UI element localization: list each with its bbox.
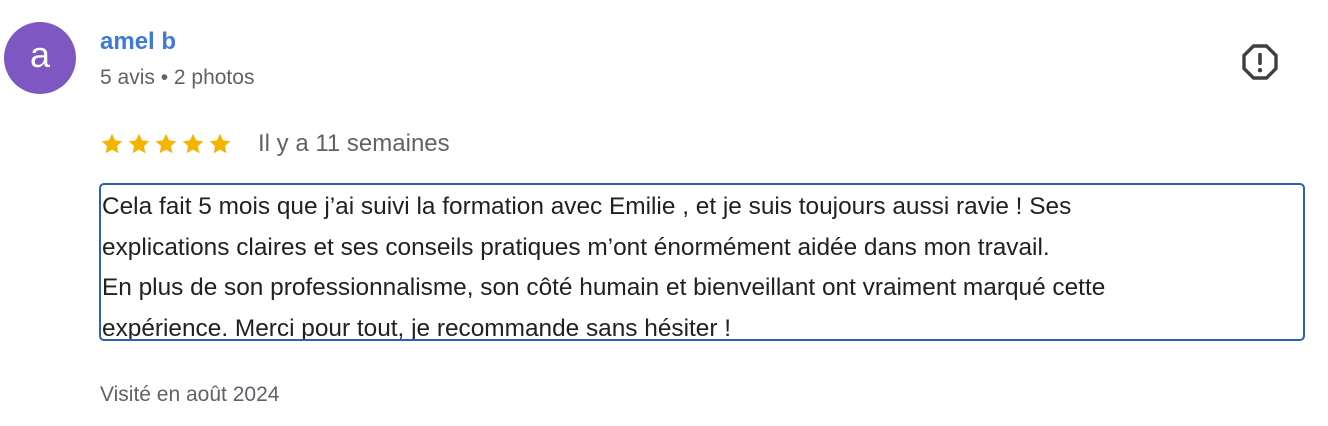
review-text-line: expérience. Merci pour tout, je recomman… xyxy=(102,314,732,341)
author-name-link[interactable]: amel b xyxy=(100,27,176,57)
star-icon xyxy=(155,133,177,154)
report-button[interactable] xyxy=(1240,42,1280,82)
star-icon xyxy=(182,133,204,154)
avatar[interactable]: a xyxy=(4,22,76,94)
review-card: a amel b 5 avis • 2 photos Il y a 11 sem… xyxy=(0,0,1328,426)
star-icon xyxy=(128,133,150,154)
author-meta: 5 avis • 2 photos xyxy=(100,66,255,89)
review-text-line: explications claires et ses conseils pra… xyxy=(102,233,1050,261)
avatar-letter: a xyxy=(29,34,51,75)
star-icon xyxy=(101,133,123,154)
star-icon xyxy=(209,133,231,154)
visit-date: Visité en août 2024 xyxy=(100,383,280,406)
review-text-line: En plus de son professionnalisme, son cô… xyxy=(102,274,1106,301)
review-text[interactable]: Cela fait 5 mois que j’ai suivi la forma… xyxy=(99,183,1305,341)
review-date: Il y a 11 semaines xyxy=(258,130,450,157)
report-icon xyxy=(1242,44,1278,80)
review-text-line: Cela fait 5 mois que j’ai suivi la forma… xyxy=(102,193,1072,220)
star-rating xyxy=(100,132,232,156)
rating-row: Il y a 11 semaines xyxy=(100,128,450,160)
